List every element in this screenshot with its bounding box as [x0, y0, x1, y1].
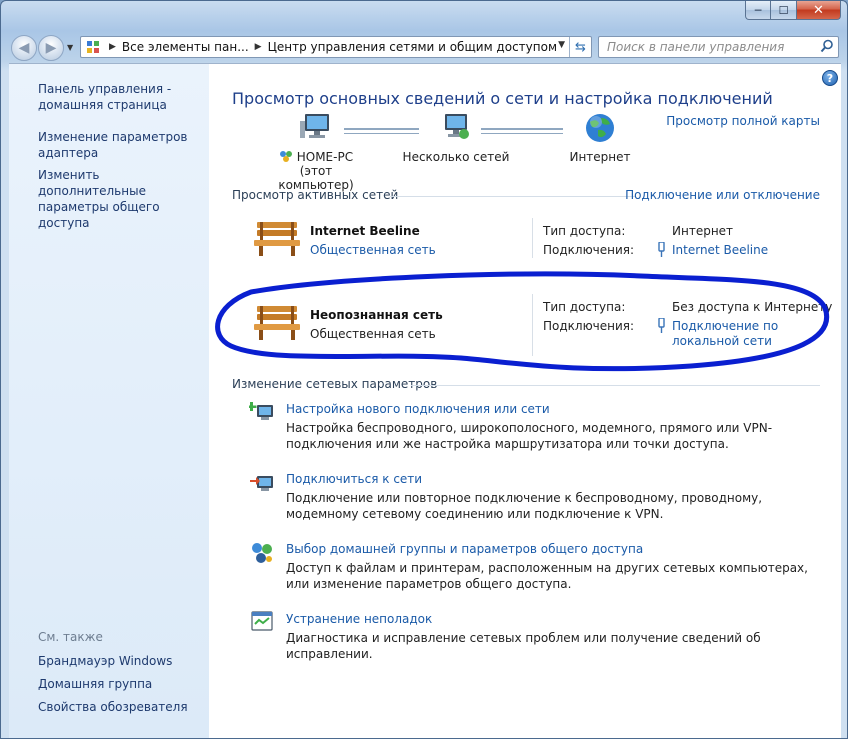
address-dropdown-icon[interactable]: ▼ — [558, 40, 565, 50]
caption-buttons: ─ ☐ ✕ — [745, 1, 841, 21]
connection-icon — [658, 242, 665, 257]
network-icon — [445, 114, 469, 139]
task-new-connection-link[interactable]: Настройка нового подключения или сети — [286, 402, 550, 416]
refresh-icon: ⇆ — [575, 39, 586, 55]
breadcrumb-separator-icon[interactable]: ▶ — [255, 42, 262, 52]
computer-icon — [300, 114, 329, 138]
window: ─ ☐ ✕ ◀ ▶ ▼ ▶ Все элементы пан... ▶ Цент… — [0, 0, 848, 739]
close-button[interactable]: ✕ — [797, 1, 841, 20]
section-divider — [411, 385, 820, 386]
active-networks-title: Просмотр активных сетей — [232, 188, 399, 202]
homegroup-sharing-icon — [252, 543, 272, 563]
bench-icon — [254, 222, 300, 256]
sidebar-link-sharing-settings[interactable]: Изменить дополнительные параметры общего… — [38, 167, 203, 231]
map-node-networks[interactable]: Несколько сетей — [401, 112, 511, 164]
maximize-button[interactable]: ☐ — [771, 1, 797, 20]
vertical-divider — [532, 294, 533, 356]
new-connection-icon — [249, 402, 273, 420]
vertical-divider — [532, 218, 533, 258]
history-dropdown-icon[interactable]: ▼ — [67, 43, 73, 52]
connections-label: Подключения: — [543, 319, 635, 333]
sidebar: Панель управления - домашняя страница Из… — [9, 64, 209, 738]
minimize-button[interactable]: ─ — [745, 1, 771, 20]
task-description: Подключение или повторное подключение к … — [286, 491, 763, 521]
task-homegroup-link[interactable]: Выбор домашней группы и параметров общег… — [286, 542, 643, 556]
change-settings-title: Изменение сетевых параметров — [232, 377, 438, 391]
network-type: Общественная сеть — [310, 327, 436, 341]
globe-icon — [586, 114, 614, 142]
control-panel-icon — [87, 41, 99, 53]
map-link-line — [481, 128, 563, 134]
breadcrumb-network-center[interactable]: Центр управления сетями и общим доступом — [268, 40, 557, 54]
search-input[interactable]: Поиск в панели управления — [598, 36, 839, 58]
task-description: Настройка беспроводного, широкополосного… — [286, 421, 773, 451]
task-description: Доступ к файлам и принтерам, расположенн… — [286, 561, 808, 591]
full-map-link[interactable]: Просмотр полной карты — [666, 114, 820, 128]
bench-icon — [254, 306, 300, 340]
search-icon[interactable] — [820, 39, 834, 53]
connect-network-icon — [250, 476, 273, 491]
network-name: Неопознанная сеть — [310, 308, 443, 322]
access-type-value: Без доступа к Интернету — [672, 300, 833, 314]
connection-icon — [658, 318, 665, 333]
internet-label: Интернет — [569, 150, 631, 164]
task-connect-network-link[interactable]: Подключиться к сети — [286, 472, 422, 486]
page-title: Просмотр основных сведений о сети и наст… — [232, 89, 773, 108]
section-divider — [390, 196, 635, 197]
connection-link-line-2[interactable]: локальной сети — [672, 334, 778, 349]
computer-name: HOME-PC — [296, 150, 354, 164]
sidebar-link-adapter-settings[interactable]: Изменение параметров адаптера — [38, 129, 203, 161]
network-type-link[interactable]: Общественная сеть — [310, 243, 436, 257]
connection-link[interactable]: Подключение по локальной сети — [672, 319, 778, 349]
connect-disconnect-link[interactable]: Подключение или отключение — [625, 188, 820, 202]
breadcrumb-separator-icon[interactable]: ▶ — [109, 42, 116, 52]
task-description: Диагностика и исправление сетевых пробле… — [286, 631, 761, 661]
main-panel: ? Просмотр основных сведений о сети и на… — [209, 64, 841, 738]
troubleshoot-icon — [251, 611, 273, 631]
sidebar-link-home[interactable]: Панель управления - домашняя страница — [38, 81, 203, 113]
map-node-internet[interactable]: Интернет — [555, 112, 645, 164]
network-name: Internet Beeline — [310, 224, 420, 238]
forward-button[interactable]: ▶ — [38, 35, 64, 61]
search-placeholder: Поиск в панели управления — [607, 40, 785, 54]
refresh-button[interactable]: ⇆ — [569, 37, 591, 57]
see-also-title: См. также — [38, 630, 103, 644]
access-type-label: Тип доступа: — [543, 224, 626, 238]
homegroup-icon — [279, 151, 292, 162]
sidebar-link-homegroup[interactable]: Домашняя группа — [38, 676, 203, 692]
connection-link-line-1[interactable]: Подключение по — [672, 319, 778, 334]
connection-link[interactable]: Internet Beeline — [672, 243, 768, 258]
sidebar-link-firewall[interactable]: Брандмауэр Windows — [38, 653, 203, 669]
forward-arrow-icon: ▶ — [45, 40, 57, 56]
help-icon[interactable]: ? — [822, 70, 838, 86]
access-type-value: Интернет — [672, 224, 734, 238]
map-node-computer[interactable]: HOME-PC (этот компьютер) — [266, 112, 366, 192]
content-area: Панель управления - домашняя страница Из… — [9, 63, 841, 738]
networks-label: Несколько сетей — [402, 150, 510, 164]
task-troubleshoot-link[interactable]: Устранение неполадок — [286, 612, 432, 626]
back-arrow-icon: ◀ — [18, 40, 30, 56]
address-bar[interactable]: ▶ Все элементы пан... ▶ Центр управления… — [80, 36, 592, 58]
back-button[interactable]: ◀ — [11, 35, 37, 61]
breadcrumb-all-items[interactable]: Все элементы пан... — [122, 40, 249, 54]
access-type-label: Тип доступа: — [543, 300, 626, 314]
navigation-bar: ◀ ▶ ▼ ▶ Все элементы пан... ▶ Центр упра… — [1, 31, 847, 63]
sidebar-link-internet-options[interactable]: Свойства обозревателя — [38, 699, 203, 715]
connections-label: Подключения: — [543, 243, 635, 257]
